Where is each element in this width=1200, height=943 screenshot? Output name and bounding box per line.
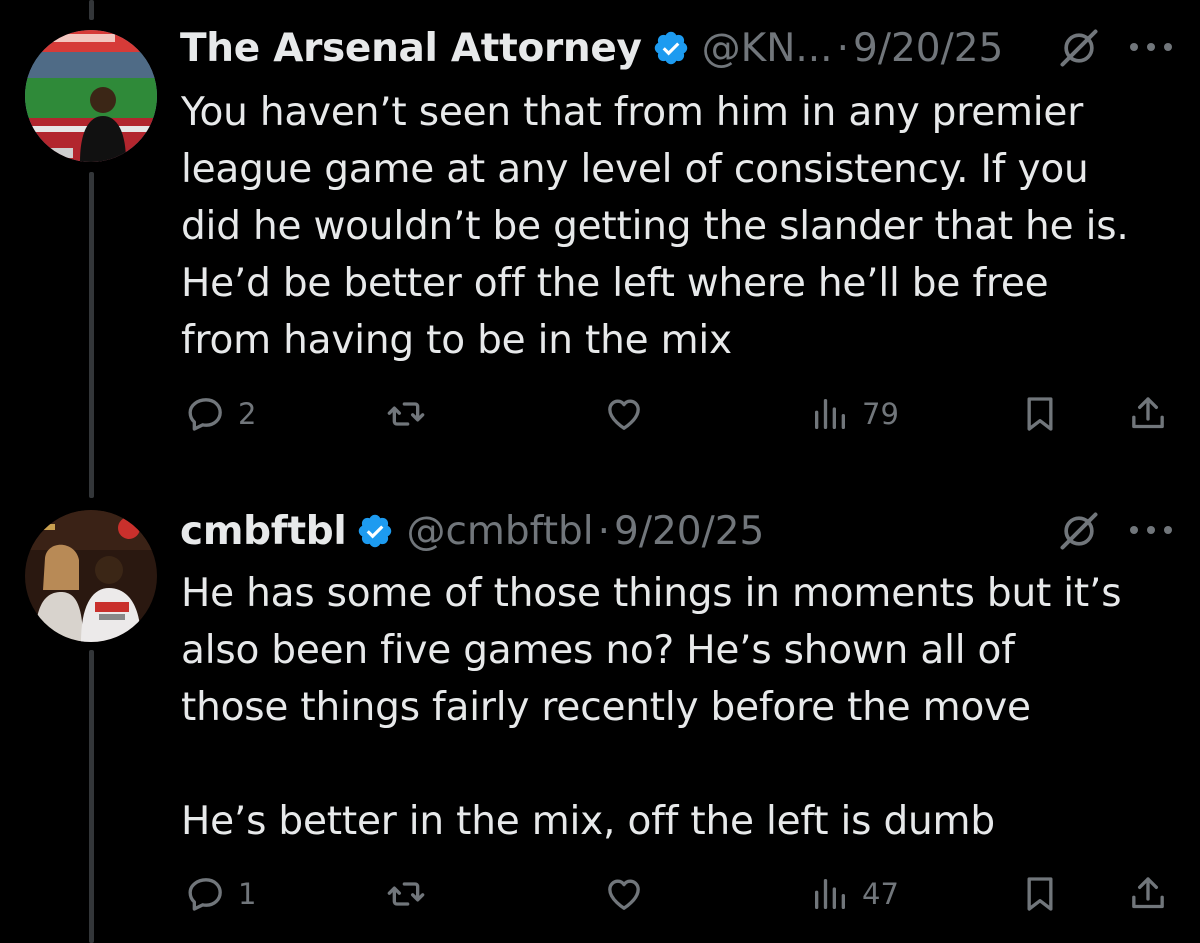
bookmark-icon <box>1020 394 1060 434</box>
tweet-date[interactable]: 9/20/25 <box>614 509 764 554</box>
views-button[interactable]: 47 <box>810 874 899 914</box>
thread-line-top <box>89 0 94 20</box>
share-button[interactable] <box>1128 874 1168 914</box>
like-icon <box>604 874 644 914</box>
reply-count: 1 <box>238 877 257 911</box>
author-name[interactable]: The Arsenal Attorney <box>180 26 642 71</box>
retweet-button[interactable] <box>386 874 426 914</box>
like-icon <box>604 394 644 434</box>
views-icon <box>810 874 850 914</box>
tweet-header: The Arsenal Attorney @KN... · 9/20/25 <box>180 18 1003 78</box>
like-button[interactable] <box>604 874 644 914</box>
author-name[interactable]: cmbftbl <box>180 509 347 554</box>
author-handle[interactable]: @KN... <box>702 26 833 71</box>
retweet-button[interactable] <box>386 394 426 434</box>
tweet-text: He has some of those things in moments b… <box>181 571 1122 844</box>
share-button[interactable] <box>1128 394 1168 434</box>
retweet-icon <box>386 394 426 434</box>
avatar[interactable] <box>25 30 157 162</box>
reply-button[interactable]: 2 <box>186 394 256 434</box>
avatar[interactable] <box>25 510 157 642</box>
retweet-icon <box>386 874 426 914</box>
tweet-date[interactable]: 9/20/25 <box>853 26 1003 71</box>
grok-icon[interactable] <box>1057 26 1101 70</box>
verified-badge-icon <box>652 29 690 67</box>
like-button[interactable] <box>604 394 644 434</box>
views-count: 47 <box>862 877 899 911</box>
share-icon <box>1128 394 1168 434</box>
views-button[interactable]: 79 <box>810 394 899 434</box>
reply-button[interactable]: 1 <box>186 874 256 914</box>
views-count: 79 <box>862 397 899 431</box>
separator-dot: · <box>836 25 849 71</box>
share-icon <box>1128 874 1168 914</box>
grok-icon[interactable] <box>1057 509 1101 553</box>
bookmark-button[interactable] <box>1020 394 1060 434</box>
reply-icon <box>186 394 226 434</box>
bookmark-button[interactable] <box>1020 874 1060 914</box>
views-icon <box>810 394 850 434</box>
author-handle[interactable]: @cmbftbl <box>406 509 593 554</box>
thread-line-1 <box>89 172 94 498</box>
reply-icon <box>186 874 226 914</box>
tweet-text: You haven’t seen that from him in any pr… <box>181 90 1129 363</box>
verified-badge-icon <box>356 512 394 550</box>
tweet-header: cmbftbl @cmbftbl · 9/20/25 <box>180 501 764 561</box>
separator-dot: · <box>597 508 610 554</box>
bookmark-icon <box>1020 874 1060 914</box>
more-icon[interactable] <box>1128 41 1174 53</box>
thread-line-2 <box>89 650 94 943</box>
more-icon[interactable] <box>1128 524 1174 536</box>
reply-count: 2 <box>238 397 257 431</box>
